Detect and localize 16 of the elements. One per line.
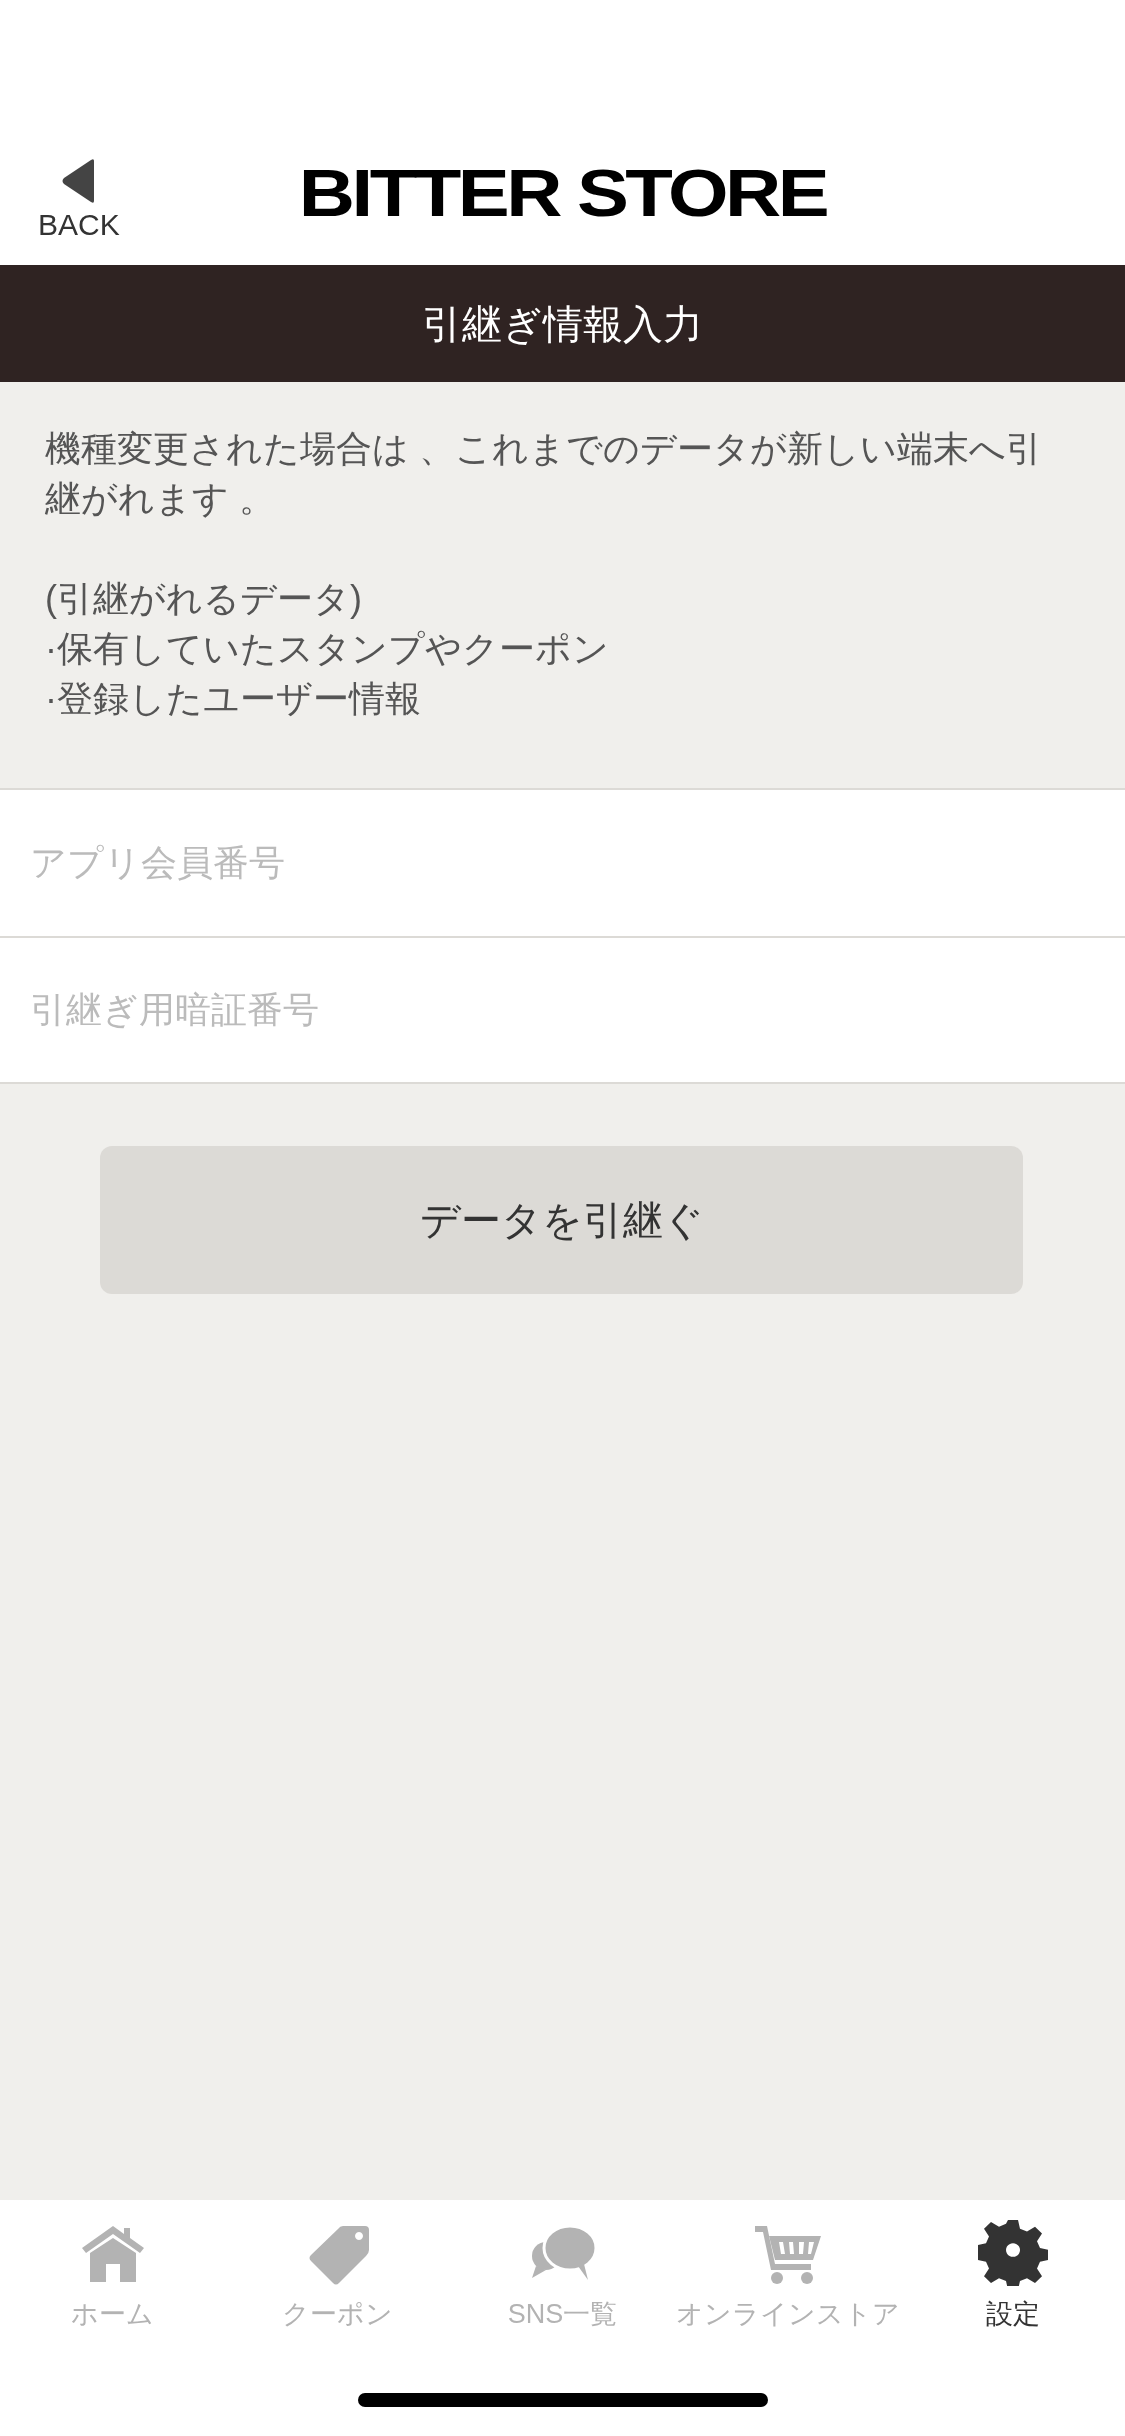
list-heading: (引継がれるデータ) [45, 577, 363, 621]
info-text: 機種変更された場合は 、これまでのデータが新しい端末へ引継がれます 。 [45, 427, 1043, 521]
logo: BITTER STORE [297, 160, 828, 226]
input-field[interactable]: 引継ぎ用暗証番号 [0, 936, 1125, 1084]
tab-bar-item[interactable]: ホーム [0, 2220, 225, 2335]
list-item: ·保有していたスタンプやクーポン [45, 627, 610, 671]
tab-bar-item[interactable]: クーポン [225, 2220, 450, 2335]
list-item: ·登録したユーザー情報 [45, 677, 422, 721]
tab-bar-item[interactable]: 設定 [900, 2220, 1125, 2335]
screen-title: 引継ぎ情報入力 [0, 265, 1125, 382]
tab-bar-item[interactable]: オンラインストア [675, 2220, 900, 2335]
settings-icon [977, 2220, 1048, 2286]
transfer-button[interactable]: データを引継ぐ [100, 1146, 1023, 1294]
input-field[interactable]: アプリ会員番号 [0, 788, 1125, 936]
tab-bar-item[interactable]: SNS一覧 [450, 2220, 675, 2335]
back-button[interactable]: BACK [38, 158, 120, 240]
